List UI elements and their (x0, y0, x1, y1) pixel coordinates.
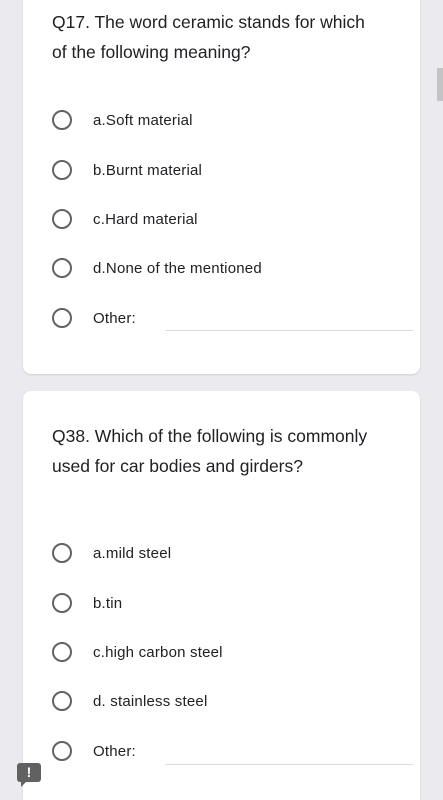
question-card-q38: Q38. Which of the following is commonly … (23, 391, 420, 800)
option-label: c.high carbon steel (93, 643, 223, 661)
option-label: a.mild steel (93, 544, 172, 562)
question-title: Q17. The word ceramic stands for which o… (52, 12, 365, 62)
option-other[interactable]: Other: (52, 736, 136, 766)
radio-button[interactable] (52, 741, 72, 761)
question-card-q17: Q17. The word ceramic stands for which o… (23, 0, 420, 374)
other-label: Other: (93, 742, 136, 760)
option-c[interactable]: c.high carbon steel (52, 637, 223, 667)
option-a[interactable]: a.mild steel (52, 538, 171, 568)
radio-button[interactable] (52, 642, 72, 662)
radio-button[interactable] (52, 593, 72, 613)
report-glyph: ! (26, 764, 32, 780)
option-label: c.Hard material (93, 210, 198, 228)
radio-button[interactable] (52, 543, 72, 563)
option-label: d. stainless steel (93, 692, 208, 710)
scrollbar-thumb[interactable] (437, 68, 443, 101)
other-label: Other: (93, 309, 136, 327)
option-d[interactable]: d. stainless steel (52, 686, 208, 716)
option-a[interactable]: a.Soft material (52, 105, 193, 135)
option-label: b.tin (93, 594, 123, 612)
radio-button[interactable] (52, 209, 72, 229)
exclamation-icon[interactable]: ! (17, 763, 41, 787)
radio-button[interactable] (52, 258, 72, 278)
option-b[interactable]: b.tin (52, 588, 122, 618)
radio-button[interactable] (52, 110, 72, 130)
option-other[interactable]: Other: (52, 303, 136, 333)
question-title: Q38. Which of the following is commonly … (52, 426, 368, 476)
option-label: d.None of the mentioned (93, 259, 262, 277)
radio-button[interactable] (52, 691, 72, 711)
option-label: b.Burnt material (93, 161, 203, 179)
other-text-input[interactable] (165, 764, 413, 765)
form-page: Q17. The word ceramic stands for which o… (0, 0, 443, 800)
other-text-input[interactable] (165, 330, 413, 331)
radio-button[interactable] (52, 160, 72, 180)
option-label: a.Soft material (93, 111, 193, 129)
option-d[interactable]: d.None of the mentioned (52, 253, 262, 283)
option-b[interactable]: b.Burnt material (52, 155, 202, 185)
option-c[interactable]: c.Hard material (52, 204, 198, 234)
radio-button[interactable] (52, 308, 72, 328)
